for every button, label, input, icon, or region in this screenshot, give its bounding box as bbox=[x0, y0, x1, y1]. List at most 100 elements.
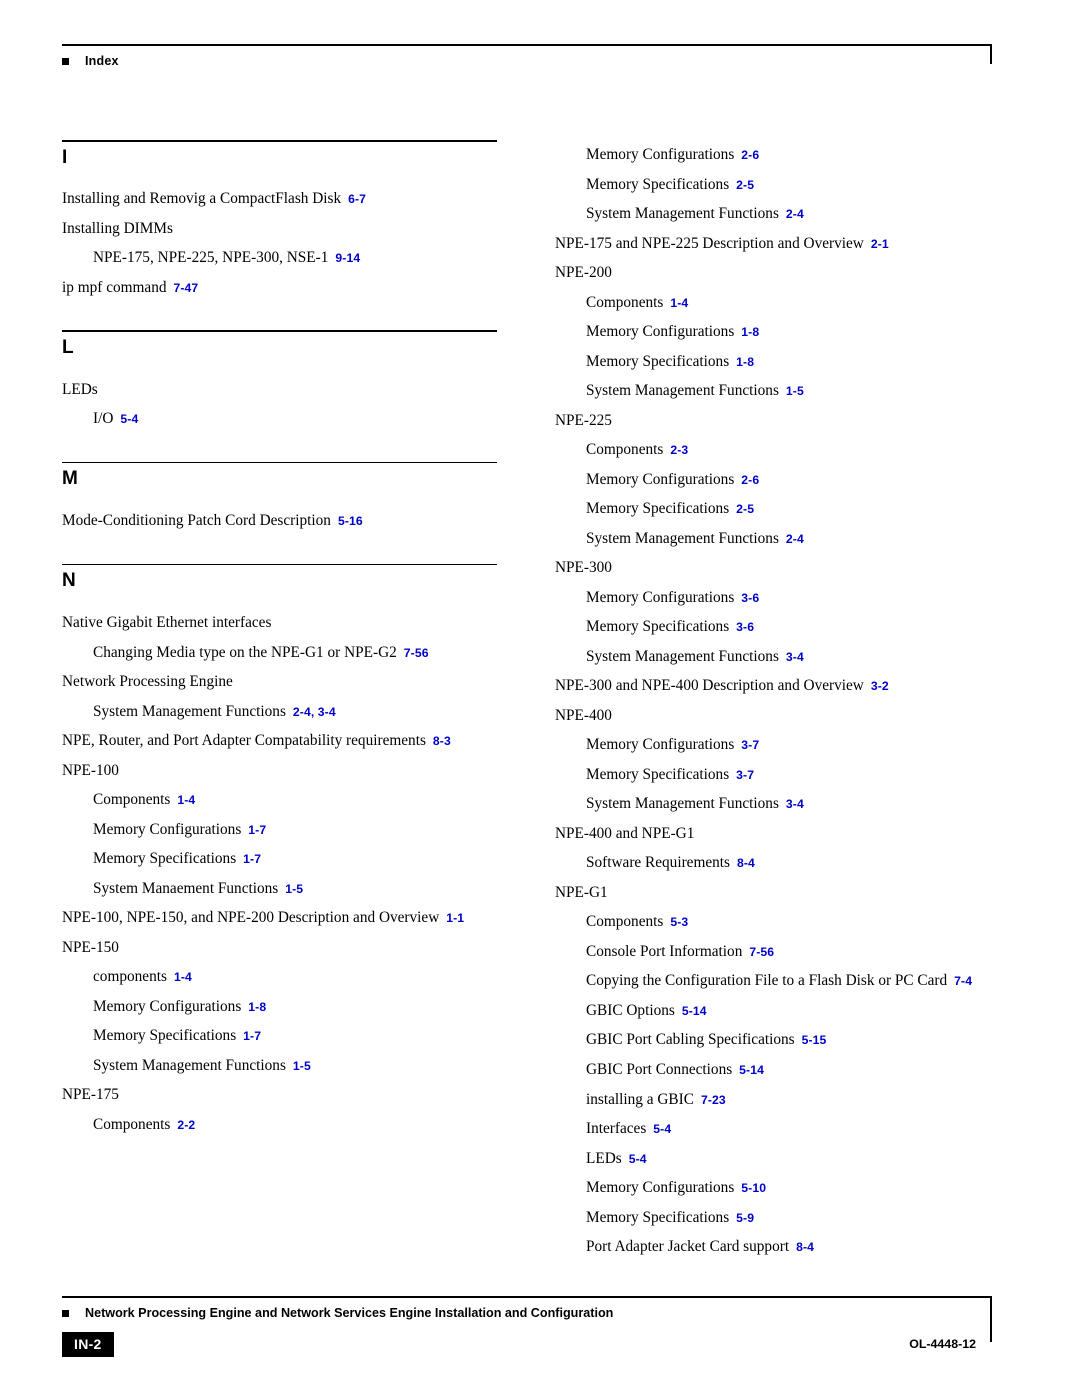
index-page-ref[interactable]: 5-15 bbox=[802, 1033, 827, 1047]
index-entry: components 1-4 bbox=[93, 962, 497, 992]
footer-right-tick bbox=[990, 1298, 992, 1342]
index-page-ref[interactable]: 3-6 bbox=[741, 591, 759, 605]
index-entry: Installing DIMMs bbox=[62, 214, 497, 244]
index-entry-text: Memory Specifications bbox=[93, 1027, 237, 1045]
index-entry-text: Mode-Conditioning Patch Cord Description bbox=[62, 512, 331, 530]
index-page-ref[interactable]: 7-23 bbox=[701, 1093, 726, 1107]
index-page-ref[interactable]: 1-8 bbox=[248, 1000, 266, 1014]
index-page-ref[interactable]: 1-7 bbox=[248, 823, 266, 837]
index-entry-text: Console Port Information bbox=[586, 942, 743, 960]
index-page-ref[interactable]: 3-4 bbox=[786, 650, 804, 664]
index-letter-block: N Native Gigabit Ethernet interfaces Chang… bbox=[62, 563, 497, 1140]
index-entry: ip mpf command 7-47 bbox=[62, 273, 497, 303]
index-page-ref[interactable]: 1-4 bbox=[174, 970, 192, 984]
index-entry-text: I/O bbox=[93, 410, 114, 428]
index-entry: NPE-300 bbox=[555, 553, 990, 583]
index-page-ref[interactable]: 2-5 bbox=[736, 502, 754, 516]
index-entry-text: Copying the Configuration File to a Flas… bbox=[586, 972, 948, 990]
index-page-ref[interactable]: 8-3 bbox=[433, 734, 451, 748]
index-page-ref[interactable]: 1-7 bbox=[243, 852, 261, 866]
index-page-ref[interactable]: 2-3 bbox=[670, 443, 688, 457]
index-page-ref[interactable]: 7-56 bbox=[749, 945, 774, 959]
index-page-ref[interactable]: 5-9 bbox=[736, 1211, 754, 1225]
index-page: Index I Installing and Removig a CompactF… bbox=[0, 0, 1080, 1397]
index-page-ref[interactable]: 1-4 bbox=[670, 296, 688, 310]
index-page-ref[interactable]: 2-4 bbox=[786, 532, 804, 546]
index-page-ref[interactable]: 8-4 bbox=[796, 1240, 814, 1254]
header-bullet-icon bbox=[62, 58, 69, 65]
index-page-ref[interactable]: 7-56 bbox=[404, 646, 429, 660]
index-entry: Components 1-4 bbox=[93, 785, 497, 815]
index-page-ref[interactable]: 1-4 bbox=[177, 793, 195, 807]
index-page-ref[interactable]: 5-3 bbox=[670, 915, 688, 929]
index-entry-text: Installing and Removig a CompactFlash Di… bbox=[62, 190, 342, 208]
index-entry: NPE-200 bbox=[555, 258, 990, 288]
index-entry: NPE-100 bbox=[62, 756, 497, 786]
index-entry: System Management Functions 3-4 bbox=[586, 642, 990, 672]
index-page-ref[interactable]: 2-6 bbox=[741, 473, 759, 487]
index-entry: NPE-225 bbox=[555, 406, 990, 436]
index-entry: Memory Configurations 2-6 bbox=[586, 465, 990, 495]
footer-doc-id: OL-4448-12 bbox=[909, 1337, 976, 1351]
index-entry-text: Memory Configurations bbox=[586, 588, 735, 606]
index-page-ref[interactable]: 6-7 bbox=[348, 192, 366, 206]
index-page-ref[interactable]: 3-6 bbox=[736, 620, 754, 634]
index-page-ref[interactable]: 1-1 bbox=[446, 911, 464, 925]
index-page-ref[interactable]: 3-4 bbox=[786, 797, 804, 811]
index-entry-text: Memory Specifications bbox=[586, 175, 730, 193]
index-page-ref[interactable]: 5-16 bbox=[338, 514, 363, 528]
index-page-ref[interactable]: 3-7 bbox=[741, 738, 759, 752]
index-page-ref[interactable]: 3-2 bbox=[871, 679, 889, 693]
index-entry: LEDs bbox=[62, 375, 497, 405]
index-page-ref[interactable]: 2-4, 3-4 bbox=[293, 705, 336, 719]
index-entry: Memory Configurations 1-8 bbox=[93, 992, 497, 1022]
index-entry-text: LEDs bbox=[62, 380, 98, 398]
index-page-ref[interactable]: 5-4 bbox=[120, 412, 138, 426]
index-page-ref[interactable]: 2-2 bbox=[177, 1118, 195, 1132]
page-header: Index bbox=[62, 44, 992, 70]
index-entry: System Management Functions 1-5 bbox=[93, 1051, 497, 1081]
index-page-ref[interactable]: 5-4 bbox=[629, 1152, 647, 1166]
footer-doc-title: Network Processing Engine and Network Se… bbox=[85, 1306, 614, 1320]
index-page-ref[interactable]: 7-4 bbox=[954, 974, 972, 988]
index-entry-text: Port Adapter Jacket Card support bbox=[586, 1238, 790, 1256]
index-entry: I/O 5-4 bbox=[93, 404, 497, 434]
index-page-ref[interactable]: 5-14 bbox=[682, 1004, 707, 1018]
index-page-ref[interactable]: 1-5 bbox=[293, 1059, 311, 1073]
index-page-ref[interactable]: 1-8 bbox=[741, 325, 759, 339]
index-entry-text: Components bbox=[586, 913, 664, 931]
index-letter-block: Memory Configurations 2-6 Memory Specifica… bbox=[555, 140, 990, 1262]
index-column-right: Memory Configurations 2-6 Memory Specifica… bbox=[555, 140, 990, 1262]
index-page-ref[interactable]: 1-5 bbox=[285, 882, 303, 896]
index-entry: Memory Specifications 5-9 bbox=[586, 1203, 990, 1233]
index-page-ref[interactable]: 2-4 bbox=[786, 207, 804, 221]
index-page-ref[interactable]: 1-8 bbox=[736, 355, 754, 369]
index-page-ref[interactable]: 2-1 bbox=[871, 237, 889, 251]
index-page-ref[interactable]: 5-4 bbox=[653, 1122, 671, 1136]
index-page-ref[interactable]: 3-7 bbox=[736, 768, 754, 782]
index-entry: System Management Functions 2-4, 3-4 bbox=[93, 697, 497, 727]
index-entry-text: NPE-175, NPE-225, NPE-300, NSE-1 bbox=[93, 249, 329, 267]
index-page-ref[interactable]: 2-6 bbox=[741, 148, 759, 162]
index-entry-text: System Manaement Functions bbox=[93, 879, 279, 897]
index-page-ref[interactable]: 2-5 bbox=[736, 178, 754, 192]
index-entry: NPE-G1 bbox=[555, 878, 990, 908]
index-entry-text: Memory Configurations bbox=[586, 146, 735, 163]
index-entry-text: System Management Functions bbox=[586, 647, 779, 665]
index-entry-text: Memory Configurations bbox=[586, 1179, 735, 1197]
index-page-ref[interactable]: 8-4 bbox=[737, 856, 755, 870]
index-entry-text: Components bbox=[93, 1115, 171, 1133]
letter-heading: I bbox=[62, 146, 68, 168]
index-entry-text: Installing DIMMs bbox=[62, 219, 173, 237]
index-letter-block: I Installing and Removig a CompactFlash D… bbox=[62, 140, 497, 302]
index-page-ref[interactable]: 1-7 bbox=[243, 1029, 261, 1043]
index-page-ref[interactable]: 9-14 bbox=[335, 251, 360, 265]
index-entry: NPE-175 bbox=[62, 1080, 497, 1110]
index-entry: Memory Specifications 2-5 bbox=[586, 494, 990, 524]
index-page-ref[interactable]: 5-10 bbox=[741, 1181, 766, 1195]
index-page-ref[interactable]: 5-14 bbox=[739, 1063, 764, 1077]
index-page-ref[interactable]: 7-47 bbox=[174, 281, 199, 295]
index-page-ref[interactable]: 1-5 bbox=[786, 384, 804, 398]
index-entry: Changing Media type on the NPE-G1 or NPE… bbox=[93, 638, 497, 668]
index-entry-text: NPE-200 bbox=[555, 264, 612, 282]
